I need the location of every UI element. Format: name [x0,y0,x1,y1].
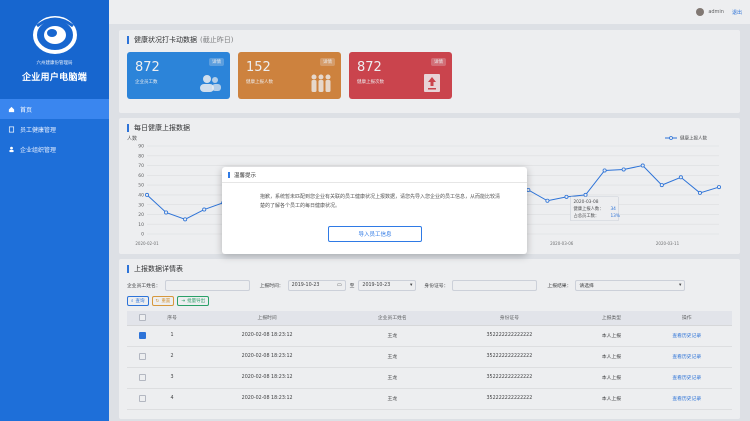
sidebar-header: 六州建康份管理局 企业用户电脑端 [0,0,109,99]
sidebar-item-label: 员工健康管理 [20,126,57,134]
notice-modal: 温馨提示 抱歉，系统暂未匹配到您企业有关联的员工健康状况上报数据，请您先导入您企… [222,167,527,254]
sidebar-item-employee-health[interactable]: 员工健康管理 [0,119,109,139]
logo-icon [32,16,77,54]
home-icon [8,106,15,113]
modal-message: 抱歉，系统暂未匹配到您企业有关联的员工健康状况上报数据，请您先导入您企业的员工信… [260,194,501,209]
sidebar-item-home[interactable]: 首页 [0,99,109,119]
sidebar-item-org-manage[interactable]: 企业组织管理 [0,139,109,159]
sidebar: 六州建康份管理局 企业用户电脑端 首页 员工健康管理 企业组织管理 [0,0,109,421]
import-employees-button[interactable]: 导入员工信息 [328,226,422,242]
org-icon [8,146,15,153]
document-icon [8,126,15,133]
org-name: 六州建康份管理局 [36,61,73,66]
sidebar-item-label: 首页 [20,106,33,114]
app-name: 企业用户电脑端 [21,73,88,83]
modal-title: 温馨提示 [222,167,527,183]
sidebar-item-label: 企业组织管理 [20,146,57,154]
